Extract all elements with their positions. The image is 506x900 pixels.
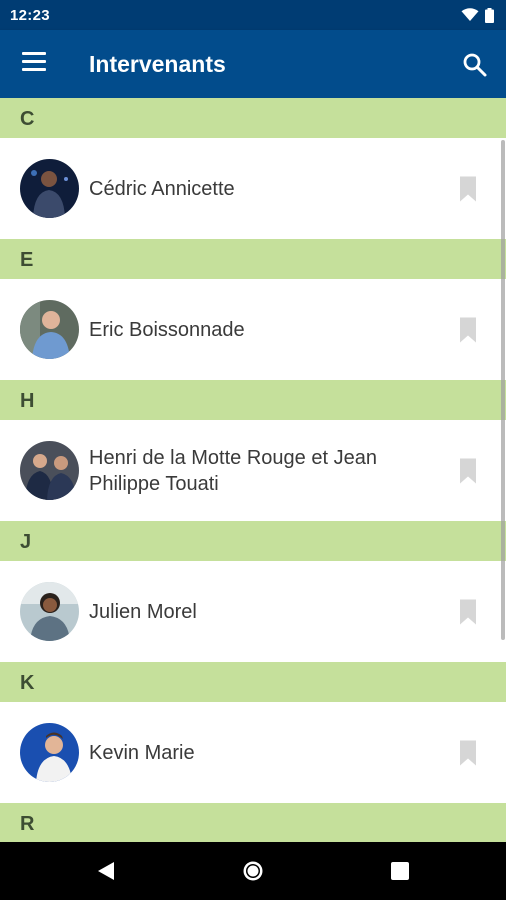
list-item[interactable]: Eric Boissonnade (0, 279, 506, 380)
list-item[interactable]: Kevin Marie (0, 702, 506, 803)
speaker-name: Eric Boissonnade (89, 318, 245, 341)
status-bar: 12:23 (0, 0, 506, 30)
status-time: 12:23 (10, 6, 50, 24)
battery-icon (485, 7, 494, 23)
section-header-j: J (0, 521, 506, 561)
speaker-name: Cédric Annicette (89, 177, 235, 200)
list-item[interactable]: Henri de la Motte Rouge et Jean Philippe… (0, 420, 506, 521)
section-header-r: R (0, 803, 506, 842)
section-header-e: E (0, 239, 506, 279)
search-icon (463, 53, 487, 77)
bookmark-icon[interactable] (460, 458, 476, 483)
speaker-name: Kevin Marie (89, 741, 195, 764)
hamburger-menu-icon (22, 52, 46, 55)
speaker-name: Julien Morel (89, 600, 197, 623)
status-icons (461, 7, 494, 23)
speaker-list[interactable]: C Cédric Annicette E Eric Boissonnade H … (0, 98, 506, 842)
home-icon[interactable] (241, 859, 265, 883)
avatar (20, 159, 79, 218)
search-button[interactable] (462, 52, 488, 78)
scrollbar[interactable] (501, 140, 505, 640)
avatar (20, 723, 79, 782)
bookmark-icon[interactable] (460, 599, 476, 624)
bookmark-icon[interactable] (460, 317, 476, 342)
bookmark-icon[interactable] (460, 176, 476, 201)
menu-button[interactable] (22, 52, 48, 74)
section-header-c: C (0, 98, 506, 138)
avatar (20, 441, 79, 500)
avatar (20, 300, 79, 359)
page-title: Intervenants (89, 51, 226, 77)
wifi-icon (461, 8, 479, 21)
list-item[interactable]: Julien Morel (0, 561, 506, 662)
section-header-k: K (0, 662, 506, 702)
app-bar: Intervenants (0, 30, 506, 98)
system-nav-bar (0, 842, 506, 900)
speaker-name: Henri de la Motte Rouge et Jean Philippe… (89, 446, 377, 495)
list-item[interactable]: Cédric Annicette (0, 138, 506, 239)
back-icon[interactable] (94, 859, 118, 883)
section-header-h: H (0, 380, 506, 420)
recents-icon[interactable] (388, 859, 412, 883)
avatar (20, 582, 79, 641)
bookmark-icon[interactable] (460, 740, 476, 765)
